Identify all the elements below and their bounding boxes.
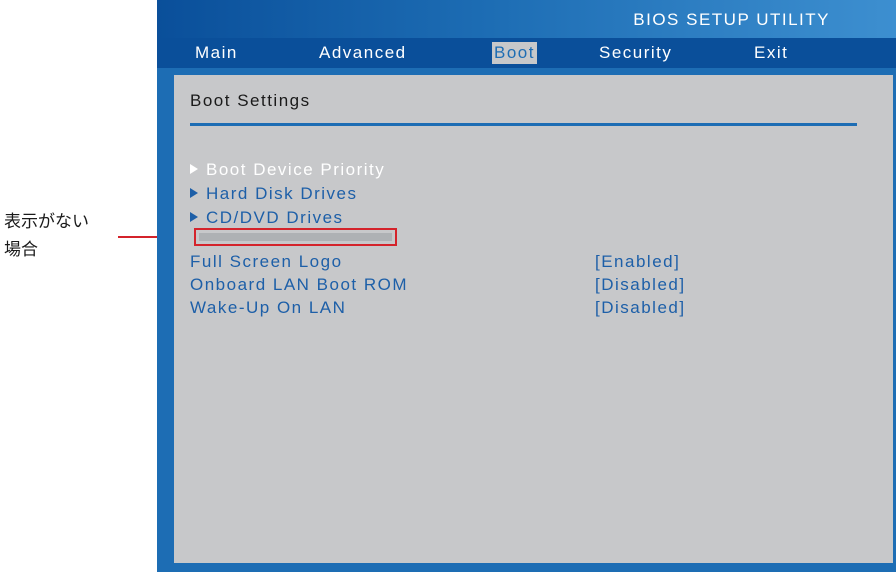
submenu-label: CD/DVD Drives	[206, 208, 344, 227]
setting-value[interactable]: [Disabled]	[595, 274, 686, 296]
tab-exit[interactable]: Exit	[752, 42, 790, 64]
tab-main[interactable]: Main	[193, 42, 240, 64]
submenu-arrow-icon	[190, 188, 198, 198]
title-bar: BIOS SETUP UTILITY	[157, 0, 896, 38]
submenu-arrow-icon	[190, 164, 198, 174]
tab-boot[interactable]: Boot	[492, 42, 537, 64]
setting-full-screen-logo[interactable]: Full Screen Logo [Enabled]	[190, 251, 870, 273]
setting-value[interactable]: [Disabled]	[595, 297, 686, 319]
submenu-label: Boot Device Priority	[206, 160, 386, 179]
missing-item-placeholder	[199, 233, 392, 241]
bios-title: BIOS SETUP UTILITY	[633, 10, 830, 29]
submenu-boot-device-priority[interactable]: Boot Device Priority	[190, 160, 385, 180]
tab-security[interactable]: Security	[597, 42, 674, 64]
menu-bar: Main Advanced Boot Security Exit	[157, 38, 896, 68]
panel-title: Boot Settings	[190, 91, 311, 110]
submenu-hard-disk-drives[interactable]: Hard Disk Drives	[190, 184, 358, 204]
panel-divider	[190, 123, 857, 126]
setting-label: Full Screen Logo	[190, 252, 343, 271]
bios-window: BIOS SETUP UTILITY Main Advanced Boot Se…	[157, 0, 896, 572]
setting-label: Wake-Up On LAN	[190, 298, 347, 317]
tab-advanced[interactable]: Advanced	[317, 42, 409, 64]
missing-item-highlight-box	[194, 228, 397, 246]
callout-line-1: 表示がない	[4, 212, 89, 232]
setting-label: Onboard LAN Boot ROM	[190, 275, 409, 294]
submenu-cd-dvd-drives[interactable]: CD/DVD Drives	[190, 208, 344, 228]
callout-line-2: 場合	[4, 240, 38, 260]
setting-wake-up-on-lan[interactable]: Wake-Up On LAN [Disabled]	[190, 297, 870, 319]
submenu-label: Hard Disk Drives	[206, 184, 358, 203]
setting-value[interactable]: [Enabled]	[595, 251, 680, 273]
setting-onboard-lan-boot-rom[interactable]: Onboard LAN Boot ROM [Disabled]	[190, 274, 870, 296]
boot-settings-panel: Boot Settings Boot Device Priority Hard …	[171, 72, 896, 566]
submenu-arrow-icon	[190, 212, 198, 222]
callout-annotation: 表示がない 場合	[4, 208, 89, 264]
